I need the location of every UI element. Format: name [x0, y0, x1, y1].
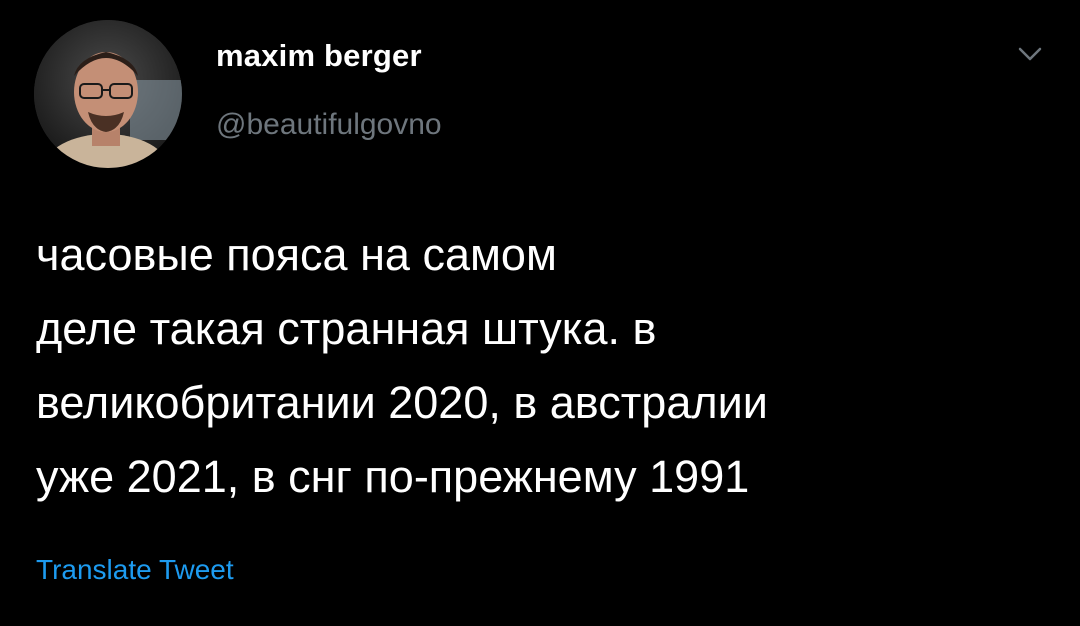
tweet-text-line: уже 2021, в снг по-прежнему 1991 — [36, 451, 750, 502]
tweet-text: часовые пояса на самом деле такая странн… — [36, 218, 1046, 514]
tweet-text-line: великобритании 2020, в австралии — [36, 377, 768, 428]
author-handle[interactable]: @beautifulgovno — [216, 108, 442, 142]
tweet-text-line: деле такая странная штука. в — [36, 303, 657, 354]
tweet-menu-button[interactable] — [1014, 42, 1046, 66]
author-avatar[interactable] — [34, 20, 182, 168]
tweet-text-line: часовые пояса на самом — [36, 229, 557, 280]
chevron-down-icon — [1018, 47, 1042, 61]
author-display-name[interactable]: maxim berger — [216, 38, 422, 74]
user-avatar-icon — [34, 20, 182, 168]
translate-tweet-link[interactable]: Translate Tweet — [36, 554, 234, 586]
tweet: maxim berger @beautifulgovno часовые поя… — [0, 0, 1080, 626]
